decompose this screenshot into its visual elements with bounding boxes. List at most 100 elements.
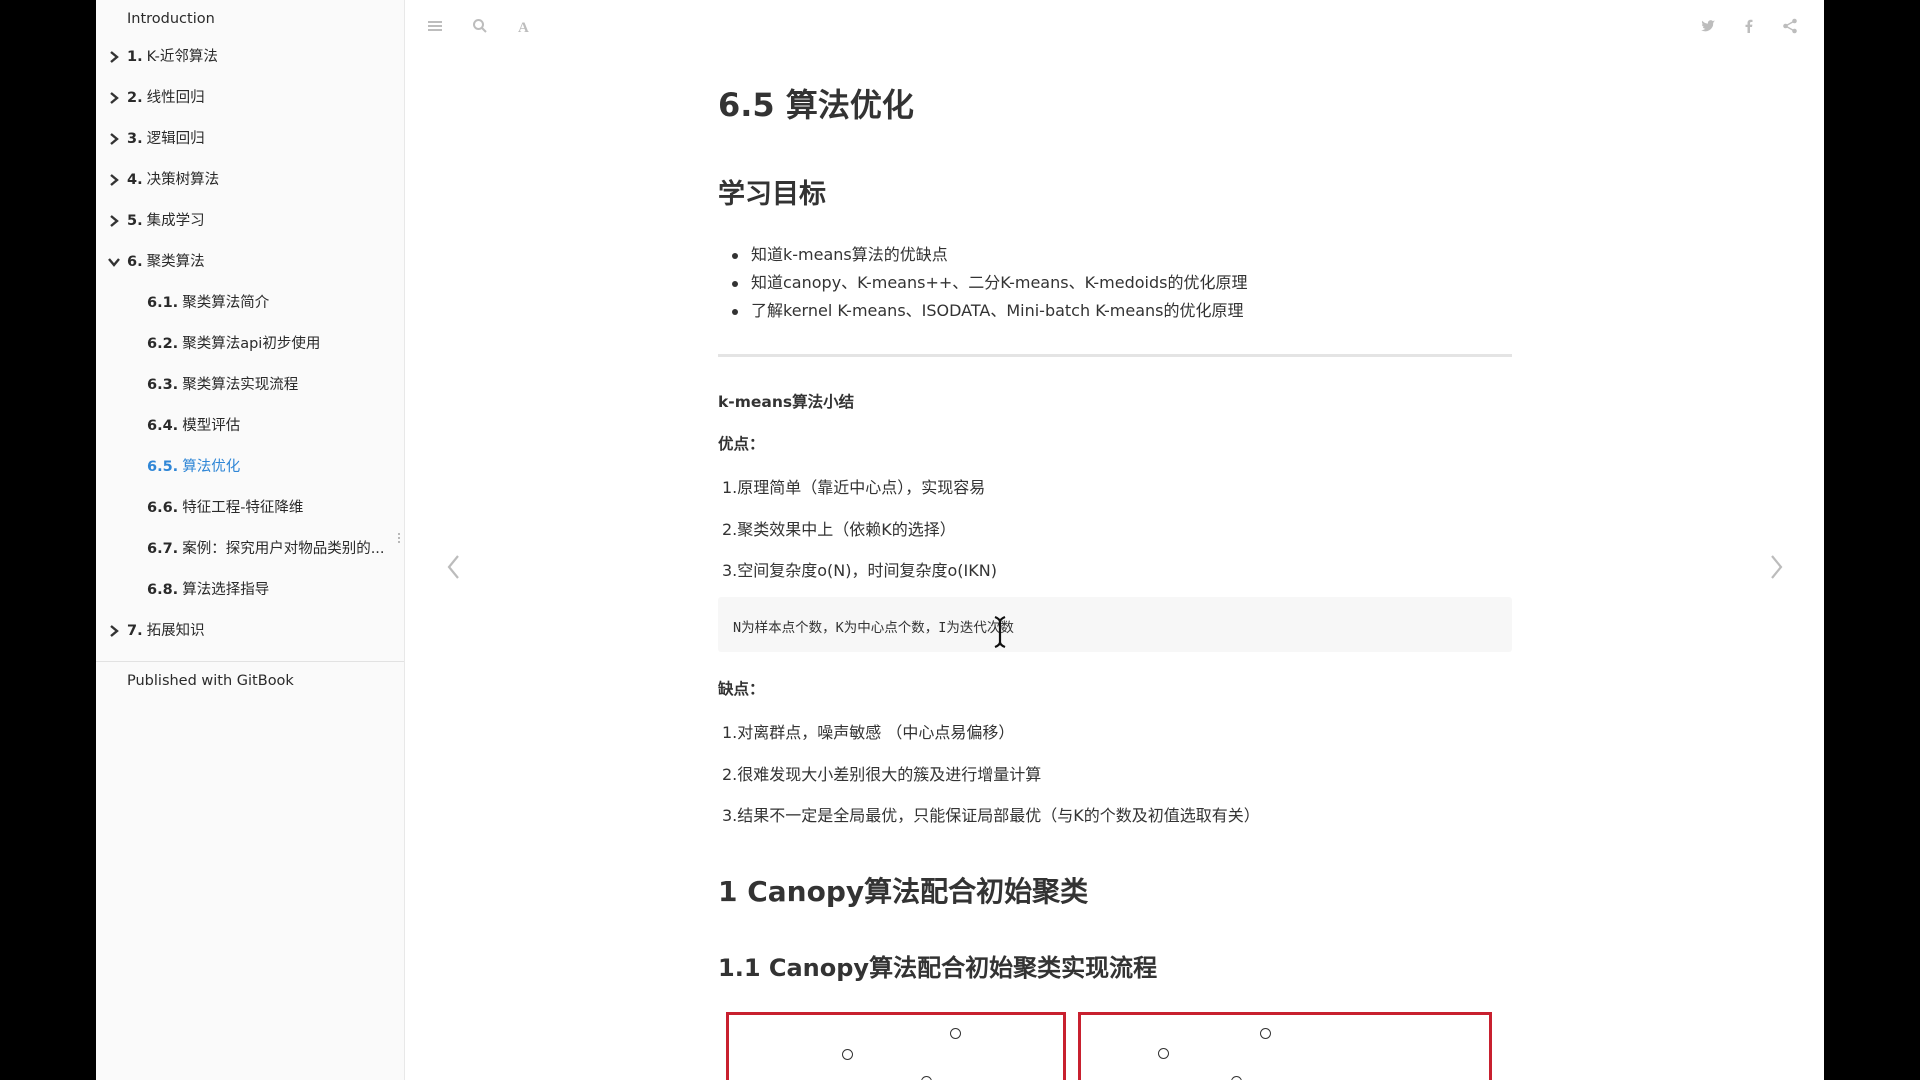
sidebar-item-label: 6.6. 特征工程-特征降维 bbox=[147, 493, 303, 523]
chevron-right-icon[interactable] bbox=[106, 616, 120, 646]
page-title: 6.5 算法优化 bbox=[718, 86, 914, 124]
goal-item: 知道canopy、K-means++、二分K-means、K-medoids的优… bbox=[731, 270, 1247, 298]
sidebar-item-label: 6.7. 案例：探究用户对物品类别的... bbox=[147, 534, 385, 564]
section-heading: 1 Canopy算法配合初始聚类 bbox=[718, 875, 1089, 908]
cons-item: 2.很难发现大小差别很大的簇及进行增量计算 bbox=[722, 765, 1042, 784]
data-point bbox=[1231, 1076, 1242, 1080]
sidebar-item[interactable]: Introduction bbox=[96, 4, 396, 34]
sidebar-item-number: 6.7. bbox=[147, 541, 179, 557]
sidebar-item[interactable]: 6.2. 聚类算法api初步使用 bbox=[96, 329, 396, 359]
sidebar-item-label: 3. 逻辑回归 bbox=[127, 124, 205, 154]
facebook-icon[interactable] bbox=[1737, 14, 1761, 38]
sidebar-item-text: Introduction bbox=[127, 11, 215, 27]
font-settings-icon[interactable]: A bbox=[512, 14, 536, 38]
sidebar-item-number: 6. bbox=[127, 254, 143, 270]
chevron-right-icon[interactable] bbox=[106, 42, 120, 72]
sidebar-item[interactable]: 6.5. 算法优化 bbox=[96, 452, 396, 482]
sidebar-item-label: 6.1. 聚类算法简介 bbox=[147, 288, 269, 318]
sidebar: Introduction 1. K-近邻算法 2. 线性回归 3. 逻辑回归 4. 决策树算法 5… bbox=[96, 0, 405, 1080]
sidebar-item-text: 聚类算法实现流程 bbox=[182, 377, 299, 393]
sidebar-item[interactable]: 6.8. 算法选择指导 bbox=[96, 575, 396, 605]
sidebar-resize-handle[interactable] bbox=[398, 533, 402, 547]
sidebar-divider bbox=[96, 661, 404, 662]
svg-text:A: A bbox=[518, 20, 529, 34]
sidebar-item[interactable]: 6.3. 聚类算法实现流程 bbox=[96, 370, 396, 400]
sidebar-item-text: 线性回归 bbox=[146, 90, 205, 106]
sidebar-item[interactable]: 6.7. 案例：探究用户对物品类别的... bbox=[96, 534, 396, 564]
code-note: N为样本点个数，K为中心点个数，I为迭代次数 bbox=[733, 620, 1014, 636]
sidebar-item-number: 7. bbox=[127, 623, 143, 639]
chevron-right-icon[interactable] bbox=[106, 124, 120, 154]
data-point bbox=[1260, 1028, 1271, 1039]
text-cursor-icon bbox=[992, 615, 1008, 649]
subsection-heading: 1.1 Canopy算法配合初始聚类实现流程 bbox=[718, 954, 1158, 982]
gitbook-window: Introduction 1. K-近邻算法 2. 线性回归 3. 逻辑回归 4. 决策树算法 5… bbox=[96, 0, 1824, 1080]
sidebar-item-number: 4. bbox=[127, 172, 143, 188]
sidebar-item-number: 1. bbox=[127, 49, 143, 65]
sidebar-item-label: 6.4. 模型评估 bbox=[147, 411, 240, 441]
pros-label: 优点： bbox=[718, 435, 765, 453]
sidebar-item-label: 6.2. 聚类算法api初步使用 bbox=[147, 329, 320, 359]
previous-page-arrow-icon[interactable] bbox=[439, 550, 469, 584]
sidebar-item[interactable]: 7. 拓展知识 bbox=[96, 616, 396, 646]
data-point bbox=[950, 1028, 961, 1039]
sidebar-item-text: 模型评估 bbox=[182, 418, 241, 434]
sidebar-item-number: 6.4. bbox=[147, 418, 179, 434]
menu-icon[interactable] bbox=[423, 14, 447, 38]
sidebar-item[interactable]: 6.4. 模型评估 bbox=[96, 411, 396, 441]
cons-item: 3.结果不一定是全局最优，只能保证局部最优（与K的个数及初值选取有关） bbox=[722, 806, 1260, 825]
diagram-panel-right bbox=[1078, 1012, 1492, 1080]
sidebar-item-label: 6.3. 聚类算法实现流程 bbox=[147, 370, 298, 400]
twitter-icon[interactable] bbox=[1696, 14, 1720, 38]
sidebar-item[interactable]: 5. 集成学习 bbox=[96, 206, 396, 236]
data-point bbox=[842, 1049, 853, 1060]
sidebar-item-number: 5. bbox=[127, 213, 143, 229]
sidebar-item-text: 聚类算法api初步使用 bbox=[182, 336, 321, 352]
pros-item: 3.空间复杂度o(N)，时间复杂度o(IKN) bbox=[722, 561, 997, 580]
sidebar-item[interactable]: 6. 聚类算法 bbox=[96, 247, 396, 277]
sidebar-item-text: 拓展知识 bbox=[146, 623, 205, 639]
cons-label: 缺点： bbox=[718, 680, 765, 698]
diagram-panel-left bbox=[726, 1012, 1066, 1080]
sidebar-item-text: 决策树算法 bbox=[146, 172, 220, 188]
sidebar-item[interactable]: 4. 决策树算法 bbox=[96, 165, 396, 195]
sidebar-item-text: 逻辑回归 bbox=[146, 131, 205, 147]
sidebar-item-text: 算法选择指导 bbox=[182, 582, 270, 598]
share-icon[interactable] bbox=[1778, 14, 1802, 38]
sidebar-item[interactable]: 6.1. 聚类算法简介 bbox=[96, 288, 396, 318]
published-with-gitbook-link[interactable]: Published with GitBook bbox=[127, 673, 294, 689]
cons-item: 1.对离群点，噪声敏感 （中心点易偏移） bbox=[722, 723, 1015, 742]
chevron-right-icon[interactable] bbox=[106, 83, 120, 113]
sidebar-item-number: 6.3. bbox=[147, 377, 179, 393]
sidebar-item[interactable]: 3. 逻辑回归 bbox=[96, 124, 396, 154]
sidebar-item-text: 特征工程-特征降维 bbox=[182, 500, 304, 516]
chevron-right-icon[interactable] bbox=[106, 206, 120, 236]
learning-goals-heading: 学习目标 bbox=[718, 179, 826, 210]
sidebar-item-number: 6.8. bbox=[147, 582, 179, 598]
next-page-arrow-icon[interactable] bbox=[1761, 550, 1791, 584]
sidebar-item-number: 6.2. bbox=[147, 336, 179, 352]
sidebar-item-label: 2. 线性回归 bbox=[127, 83, 205, 113]
sidebar-item-text: 聚类算法 bbox=[146, 254, 205, 270]
chevron-down-icon[interactable] bbox=[106, 247, 120, 277]
sidebar-item[interactable]: 1. K-近邻算法 bbox=[96, 42, 396, 72]
sidebar-item[interactable]: 6.6. 特征工程-特征降维 bbox=[96, 493, 396, 523]
goal-item: 了解kernel K-means、ISODATA、Mini-batch K-me… bbox=[731, 298, 1247, 326]
sidebar-item-label: Introduction bbox=[127, 4, 215, 34]
sidebar-item-label: 6.8. 算法选择指导 bbox=[147, 575, 269, 605]
sidebar-item-number: 3. bbox=[127, 131, 143, 147]
kmeans-summary-heading: k-means算法小结 bbox=[718, 393, 855, 411]
sidebar-item[interactable]: 2. 线性回归 bbox=[96, 83, 396, 113]
sidebar-item-text: K-近邻算法 bbox=[146, 49, 218, 65]
sidebar-item-label: 5. 集成学习 bbox=[127, 206, 205, 236]
chevron-right-icon[interactable] bbox=[106, 165, 120, 195]
sidebar-item-label: 7. 拓展知识 bbox=[127, 616, 205, 646]
pros-item: 2.聚类效果中上（依赖K的选择） bbox=[722, 520, 956, 539]
goal-item: 知道k-means算法的优缺点 bbox=[731, 242, 1247, 270]
search-icon[interactable] bbox=[468, 14, 492, 38]
sidebar-item-text: 集成学习 bbox=[146, 213, 205, 229]
sidebar-item-text: 算法优化 bbox=[182, 459, 241, 475]
sidebar-item-number: 6.5. bbox=[147, 459, 179, 475]
horizontal-rule bbox=[718, 354, 1512, 357]
sidebar-item-label: 6. 聚类算法 bbox=[127, 247, 205, 277]
